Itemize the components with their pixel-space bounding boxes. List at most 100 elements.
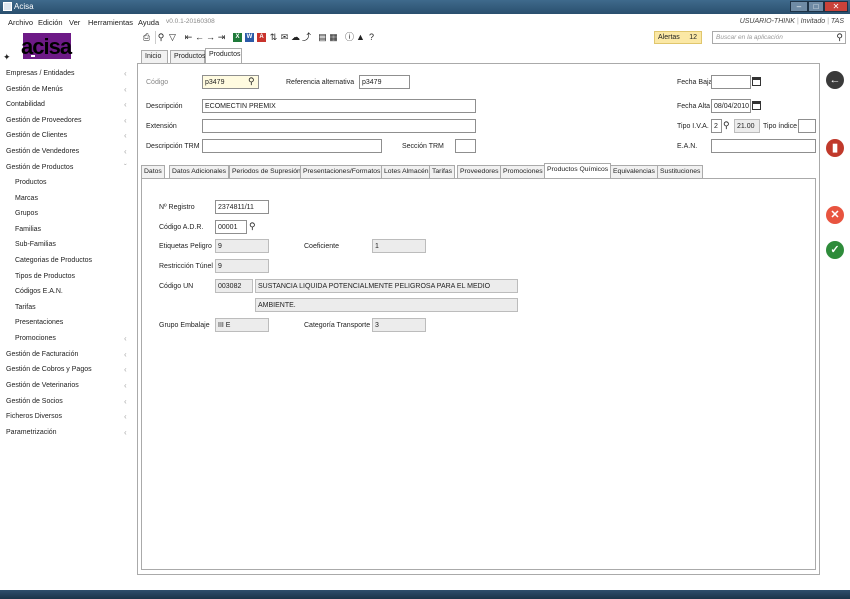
chevron-down-icon[interactable]: ˇ	[124, 163, 127, 172]
chevron-left-icon[interactable]: ‹	[124, 334, 127, 343]
subtab-sustituciones[interactable]: Sustituciones	[657, 165, 704, 178]
search-icon[interactable]: ⚲	[249, 221, 256, 232]
sidebar-subitem-promociones[interactable]: Promociones	[15, 335, 56, 342]
tab-inicio[interactable]: Inicio	[141, 50, 168, 63]
warning-icon[interactable]: ▲	[355, 31, 366, 44]
chevron-left-icon[interactable]: ‹	[124, 147, 127, 156]
user-name[interactable]: USUARIO-THINK	[740, 18, 795, 25]
sidebar-subitem-subfamilias[interactable]: Sub-Familias	[15, 241, 56, 248]
mail-icon[interactable]: ✉	[279, 31, 290, 44]
company-code[interactable]: TAS	[831, 18, 844, 25]
alerts-badge[interactable]: Alertas 12	[654, 31, 702, 44]
chevron-left-icon[interactable]: ‹	[124, 131, 127, 140]
app-search-input[interactable]: Buscar en la aplicación ⚲	[712, 31, 846, 44]
menu-edicion[interactable]: Edición	[38, 18, 63, 27]
subtab-lotes[interactable]: Lotes Almacén	[381, 165, 432, 178]
seccion-trm-input[interactable]	[455, 139, 476, 153]
subtab-datos-adicionales[interactable]: Datos Adicionales	[169, 165, 230, 178]
back-button[interactable]: ←	[826, 71, 844, 89]
chevron-left-icon[interactable]: ‹	[124, 100, 127, 109]
search-icon[interactable]: ⚲	[723, 120, 730, 131]
sidebar-item-veterinarios[interactable]: Gestión de Veterinarios	[6, 382, 79, 389]
menu-ver[interactable]: Ver	[69, 18, 80, 27]
minimize-button[interactable]: –	[790, 1, 808, 12]
sidebar-subitem-tipos[interactable]: Tipos de Productos	[15, 273, 75, 280]
sidebar-item-parametrizacion[interactable]: Parametrización	[6, 429, 57, 436]
subtab-tarifas[interactable]: Tarifas	[429, 165, 456, 178]
chevron-left-icon[interactable]: ‹	[124, 365, 127, 374]
delete-button[interactable]: ▮	[826, 139, 844, 157]
confirm-button[interactable]: ✓	[826, 241, 844, 259]
calendar-icon[interactable]	[752, 77, 761, 86]
next-record-icon[interactable]: →	[205, 31, 216, 44]
menu-ayuda[interactable]: Ayuda	[138, 18, 159, 27]
sidebar-item-menus[interactable]: Gestión de Menús	[6, 86, 63, 93]
document-icon[interactable]: ▤	[317, 31, 328, 44]
fecha-alta-input[interactable]: 08/04/2010	[711, 99, 751, 113]
ref-alt-input[interactable]: p3479	[359, 75, 410, 89]
tab-productos-2[interactable]: Productos	[205, 48, 242, 63]
tipo-iva-input[interactable]: 2	[711, 119, 722, 133]
search-icon[interactable]: ⚲	[836, 32, 843, 43]
chevron-left-icon[interactable]: ‹	[124, 397, 127, 406]
chevron-left-icon[interactable]: ‹	[124, 350, 127, 359]
sidebar-item-contabilidad[interactable]: Contabilidad	[6, 101, 45, 108]
sidebar-item-socios[interactable]: Gestión de Socios	[6, 398, 63, 405]
cancel-button[interactable]: ✕	[826, 206, 844, 224]
subtab-datos[interactable]: Datos	[141, 165, 165, 178]
chevron-left-icon[interactable]: ‹	[124, 412, 127, 421]
info-icon[interactable]: ⓘ	[344, 31, 355, 44]
calendar-icon[interactable]	[752, 101, 761, 110]
extension-input[interactable]	[202, 119, 476, 133]
registro-input[interactable]: 2374811/11	[215, 200, 269, 214]
excel-icon[interactable]: X	[233, 33, 242, 42]
subtab-proveedores[interactable]: Proveedores	[457, 165, 502, 178]
chevron-left-icon[interactable]: ‹	[124, 116, 127, 125]
print-icon[interactable]: ⎙	[141, 31, 152, 44]
sidebar-item-ficheros[interactable]: Ficheros Diversos	[6, 413, 62, 420]
sidebar-item-proveedores[interactable]: Gestión de Proveedores	[6, 117, 82, 124]
sidebar-subitem-presentaciones[interactable]: Presentaciones	[15, 319, 63, 326]
ean-input[interactable]	[711, 139, 816, 153]
sidebar-item-cobros[interactable]: Gestión de Cobros y Pagos	[6, 366, 92, 373]
sidebar-subitem-familias[interactable]: Familias	[15, 226, 41, 233]
maximize-button[interactable]: □	[808, 1, 824, 12]
help-icon[interactable]: ?	[366, 31, 377, 44]
sidebar-subitem-categorias[interactable]: Categorias de Productos	[15, 257, 92, 264]
sidebar-item-empresas[interactable]: Empresas / Entidades	[6, 70, 74, 77]
subtab-productos-quimicos[interactable]: Productos Químicos	[544, 163, 612, 178]
previous-record-icon[interactable]: ←	[194, 31, 205, 44]
descripcion-input[interactable]: ECOMECTIN PREMIX	[202, 99, 476, 113]
chevron-left-icon[interactable]: ‹	[124, 381, 127, 390]
pdf-icon[interactable]: A	[257, 33, 266, 42]
sidebar-subitem-ean[interactable]: Códigos E.A.N.	[15, 288, 63, 295]
user-role[interactable]: Invitado	[801, 18, 826, 25]
pin-icon[interactable]: ✦	[3, 52, 11, 63]
sidebar-subitem-tarifas[interactable]: Tarifas	[15, 304, 36, 311]
calendar-icon[interactable]: ▦	[328, 31, 339, 44]
subtab-periodos[interactable]: Periodos de Supresión	[229, 165, 304, 178]
word-icon[interactable]: W	[245, 33, 254, 42]
sidebar-item-productos[interactable]: Gestión de Productos	[6, 164, 73, 171]
sidebar-subitem-productos[interactable]: Productos	[15, 179, 47, 186]
sidebar-item-clientes[interactable]: Gestión de Clientes	[6, 132, 67, 139]
desc-trm-input[interactable]	[202, 139, 382, 153]
fecha-baja-input[interactable]	[711, 75, 751, 89]
sidebar-subitem-grupos[interactable]: Grupos	[15, 210, 38, 217]
chevron-left-icon[interactable]: ‹	[124, 69, 127, 78]
last-record-icon[interactable]: ⇥	[216, 31, 227, 44]
subtab-presentaciones[interactable]: Presentaciones/Formatos	[300, 165, 384, 178]
filter-icon[interactable]: ▽	[167, 31, 178, 44]
first-record-icon[interactable]: ⇤	[183, 31, 194, 44]
share-icon[interactable]: ⤴	[301, 31, 312, 44]
sidebar-subitem-marcas[interactable]: Marcas	[15, 195, 38, 202]
sidebar-item-vendedores[interactable]: Gestión de Vendedores	[6, 148, 79, 155]
cloud-icon[interactable]: ☁	[290, 31, 301, 44]
chevron-left-icon[interactable]: ‹	[124, 85, 127, 94]
close-window-button[interactable]: ✕	[824, 1, 848, 12]
subtab-equivalencias[interactable]: Equivalencias	[610, 165, 658, 178]
menu-herramientas[interactable]: Herramientas	[88, 18, 133, 27]
chevron-left-icon[interactable]: ‹	[124, 428, 127, 437]
adr-input[interactable]: 00001	[215, 220, 247, 234]
sidebar-item-facturacion[interactable]: Gestión de Facturación	[6, 351, 78, 358]
